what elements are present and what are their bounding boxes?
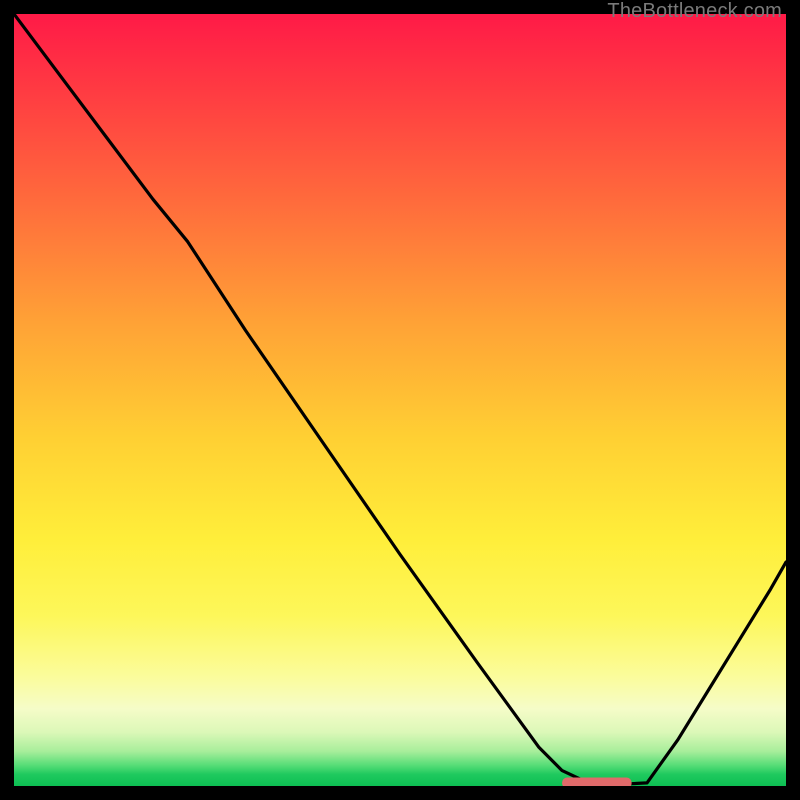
- chart-svg: [14, 14, 786, 786]
- bottleneck-curve: [14, 14, 786, 784]
- optimal-range-marker: [562, 778, 632, 787]
- plot-area: [14, 14, 786, 786]
- watermark-text: TheBottleneck.com: [607, 0, 782, 23]
- chart-frame: TheBottleneck.com: [14, 14, 786, 786]
